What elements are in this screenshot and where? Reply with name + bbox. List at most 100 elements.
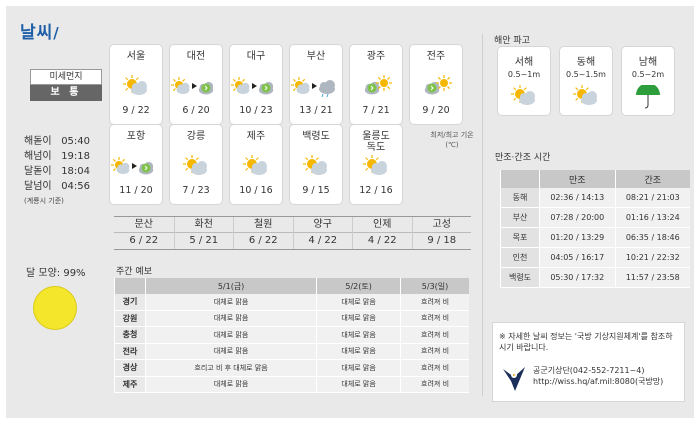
weekly-header-row: 5/1(금) 5/2(토) 5/3(일) [114, 278, 469, 294]
card-city: 포항 [126, 131, 146, 142]
tide-low: 10:21 / 22:32 [614, 247, 690, 268]
region-name: 양구 [293, 217, 352, 233]
card-city: 울릉도 독도 [362, 131, 390, 153]
sea-name: 남해 [638, 57, 658, 68]
weekly-region: 제주 [114, 376, 146, 393]
tide-high: 07:28 / 20:00 [539, 207, 616, 228]
card-temps: 13 / 21 [299, 105, 333, 116]
region-temps: 4 / 22 [367, 235, 397, 246]
weekly-forecast-cell: 흐려져 비 [400, 326, 469, 344]
card-city: 전주 [426, 51, 446, 62]
sun-cloud-icon [363, 155, 387, 175]
weekly-region: 강원 [114, 310, 146, 327]
card-temps: 9 / 22 [122, 105, 150, 116]
card-temps: 6 / 20 [182, 105, 210, 116]
wave-height-card: 남해 0.5~2m [621, 46, 675, 116]
sun-cloud-icon [573, 85, 597, 105]
region-temps-row: 문산 6 / 22 화천 5 / 21 철원 6 / 22 양구 4 / 22 인제 4 / 22… [114, 216, 471, 250]
card-city: 대전 [186, 51, 206, 62]
card-weather-icon [350, 155, 402, 177]
region-name: 철원 [234, 217, 293, 233]
sun-to-cloud-icon [171, 77, 214, 95]
contact-url[interactable]: http://wiss.hq/af.mil:8080(국방망) [533, 376, 663, 387]
sun-moon-note: (계룡시 기준) [24, 197, 64, 205]
region-temp-cell: 철원 6 / 22 [233, 217, 293, 249]
weekly-region: 경기 [114, 294, 146, 311]
weekly-forecast-cell: 대체로 맑음 [144, 343, 317, 360]
card-weather-icon [110, 155, 162, 177]
weekly-forecast-cell: 대체로 맑음 [316, 359, 401, 377]
card-city: 광주 [366, 51, 386, 62]
sun-cloud-icon [243, 155, 267, 175]
table-row: 부산 07:28 / 20:00 01:16 / 13:24 [500, 207, 690, 228]
weekly-forecast-cell: 대체로 맑음 [144, 376, 317, 393]
weekly-day-header: 5/1(금) [144, 278, 317, 294]
weather-logo: 날씨/ [20, 18, 60, 43]
sea-name: 동해 [576, 57, 596, 68]
table-row: 목포 01:20 / 13:29 06:35 / 18:46 [500, 227, 690, 248]
card-temps: 10 / 23 [239, 105, 273, 116]
weekly-forecast-cell: 대체로 맑음 [144, 326, 317, 344]
wave-height-card: 서해 0.5~1m [497, 46, 551, 116]
sea-name: 서해 [514, 57, 534, 68]
region-temps: 6 / 22 [129, 235, 159, 246]
sunset-row: 해넘이 19:18 [24, 151, 91, 162]
weekly-day-header: 5/2(토) [316, 278, 401, 294]
moon-icon [33, 286, 77, 330]
fine-dust-label: 미세먼지 [30, 69, 102, 85]
sunrise-row: 해돋이 05:40 [24, 136, 91, 147]
card-temps: 9 / 15 [302, 185, 330, 196]
logo-text: 날씨 [20, 23, 54, 43]
fine-dust-value: 보 통 [30, 85, 102, 101]
card-weather-icon [170, 75, 222, 97]
weekly-forecast-cell: 흐려져 비 [400, 310, 469, 327]
card-weather-icon [170, 155, 222, 177]
tide-high: 02:36 / 14:13 [539, 188, 616, 208]
wave-height-title: 해안 파고 [494, 36, 530, 46]
forecast-card: 전주 9 / 20 [409, 44, 463, 125]
card-city: 백령도 [302, 131, 330, 142]
weekly-corner [114, 278, 146, 294]
info-note: ※ 자세한 날씨 정보는 '국방 기상지원체계'를 참조하시기 바랍니다. [499, 332, 673, 352]
weekly-forecast-cell: 흐려져 비 [400, 294, 469, 311]
tide-site: 동해 [500, 188, 540, 208]
umbrella-icon [636, 83, 660, 109]
sun-cloud-icon [303, 155, 327, 175]
forecast-card: 대전 6 / 20 [169, 44, 223, 125]
tide-site: 백령도 [500, 267, 540, 288]
sun-moon-times: 해돋이 05:40 해넘이 19:18 달돋이 18:04 달넘이 04:56 … [24, 134, 90, 209]
table-row: 경기 대체로 맑음 대체로 맑음 흐려져 비 [114, 294, 469, 311]
tide-header-row: 만조 간조 [500, 170, 690, 188]
region-temp-cell: 양구 4 / 22 [292, 217, 352, 249]
card-weather-icon [350, 75, 402, 97]
tide-table: 만조 간조 동해 02:36 / 14:13 08:21 / 21:03 부산 07:28 … [500, 170, 690, 288]
region-temps: 5 / 21 [189, 235, 219, 246]
card-temps: 12 / 16 [359, 185, 393, 196]
weekly-forecast-cell: 대체로 맑음 [144, 294, 317, 311]
contact-info: 공군기상단(042-552-7211~4) http://wiss.hq/af.… [533, 365, 663, 387]
forecast-card: 백령도 9 / 15 [289, 124, 343, 205]
sun-to-rain-icon [291, 77, 335, 98]
weekly-day-header: 5/3(일) [400, 278, 469, 294]
wave-height: 0.5~1m [507, 70, 541, 79]
tide-high: 01:20 / 13:29 [539, 227, 616, 248]
weekly-forecast-cell: 대체로 맑음 [144, 310, 317, 327]
tide-header: 만조 [539, 170, 616, 188]
table-row: 전라 대체로 맑음 대체로 맑음 흐려져 비 [114, 343, 469, 360]
tide-low: 08:21 / 21:03 [614, 188, 690, 208]
cloud-sun-icon [364, 75, 392, 95]
moon-phase-label: 달 모양: 99% [26, 268, 86, 279]
tide-site: 인천 [500, 247, 540, 268]
card-city: 대구 [246, 51, 266, 62]
card-city: 강릉 [186, 131, 206, 142]
region-name: 인제 [353, 217, 412, 233]
weekly-region: 경상 [114, 359, 146, 377]
card-temps: 11 / 20 [119, 185, 153, 196]
card-city: 부산 [306, 51, 326, 62]
column-divider [482, 34, 483, 396]
region-name: 화천 [174, 217, 233, 233]
weather-panel: 날씨/ 미세먼지 보 통 해돋이 05:40 해넘이 19:18 달돋이 18:… [6, 6, 694, 418]
weekly-forecast-title: 주간 예보 [116, 267, 152, 277]
table-row: 인천 04:05 / 16:17 10:21 / 22:32 [500, 247, 690, 268]
card-weather-icon [230, 155, 282, 177]
